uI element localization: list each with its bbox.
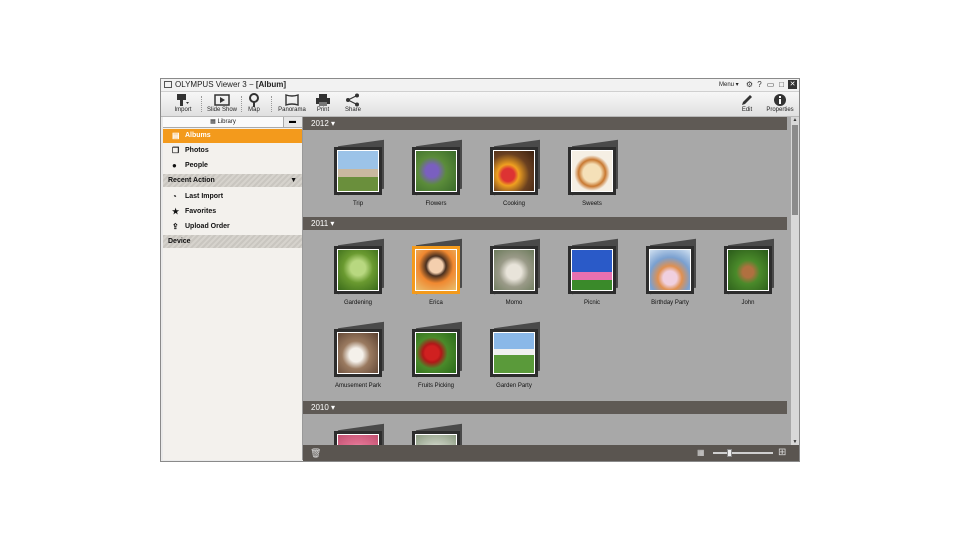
print-button[interactable]: Print	[312, 93, 334, 115]
album-cover-image	[337, 332, 379, 374]
share-button[interactable]: Share	[342, 93, 364, 115]
scroll-thumb[interactable]	[792, 125, 798, 215]
album-cover-image	[571, 249, 613, 291]
person-icon: ●	[172, 161, 177, 170]
sidebar-item-photos[interactable]: ❐ Photos	[163, 144, 302, 158]
sidebar-item-last-import[interactable]: ◔ Last Import	[163, 190, 302, 204]
gear-icon[interactable]: ⚙	[745, 80, 754, 89]
scroll-up-icon[interactable]: ▲	[791, 117, 799, 123]
minimize-icon[interactable]: ▭	[766, 80, 775, 89]
map-pin-icon	[249, 93, 259, 107]
vertical-scrollbar[interactable]: ▲ ▼	[791, 117, 799, 445]
sidebar: ▦ Library ▬ ▤ Albums ❐ Photos ● People Rece…	[163, 117, 303, 460]
toolbar: Import Slide Show Map Panorama Print Sha…	[161, 92, 799, 117]
album-cover-image	[493, 332, 535, 374]
sidebar-item-favorites[interactable]: ★ Favorites	[163, 205, 302, 219]
title-bar: OLYMPUS Viewer 3 − [Album] Menu ▾ ⚙ ? ▭ …	[161, 79, 799, 92]
small-grid-icon[interactable]: ▦	[697, 449, 706, 457]
toolbar-separator	[271, 96, 273, 112]
album-cover-image	[337, 249, 379, 291]
album-cover-image	[415, 434, 457, 445]
status-bar: 🗑 ▦ ⊞	[303, 445, 799, 461]
album-trip[interactable]: Trip	[317, 137, 393, 209]
album-fruits-picking[interactable]: Fruits Picking	[395, 319, 471, 391]
zoom-slider[interactable]	[713, 449, 773, 457]
album-amusement-park[interactable]: Amusement Park	[317, 319, 393, 391]
album-grid: 2012 ▾ Trip Flowers Cooking Sweets 2011 …	[303, 117, 791, 445]
menu-button[interactable]: Menu ▾	[719, 79, 739, 91]
edit-button[interactable]: Edit	[737, 93, 757, 115]
album-momo[interactable]: Momo	[473, 236, 549, 308]
section-header-recent-action[interactable]: Recent Action ▼	[163, 174, 302, 187]
sidebar-item-upload-order[interactable]: ⇪ Upload Order	[163, 220, 302, 234]
album-garden-party[interactable]: Garden Party	[473, 319, 549, 391]
star-icon: ★	[172, 207, 180, 216]
album-cover-image	[493, 249, 535, 291]
album-sweets[interactable]: Sweets	[551, 137, 627, 209]
section-header-device[interactable]: Device	[163, 235, 302, 248]
clock-icon: ◔	[172, 192, 177, 201]
maximize-icon[interactable]: □	[777, 80, 786, 89]
trash-icon[interactable]: 🗑	[310, 448, 321, 458]
toolbar-separator	[201, 96, 203, 112]
album-cover-image	[415, 150, 457, 192]
info-icon	[774, 94, 786, 106]
album-flowers[interactable]: Flowers	[395, 137, 471, 209]
share-icon	[346, 93, 359, 107]
window-title: OLYMPUS Viewer 3 − [Album]	[175, 80, 287, 89]
album-cover-image	[571, 150, 613, 192]
sidebar-item-albums[interactable]: ▤ Albums	[163, 129, 302, 143]
album-erica[interactable]: Erica	[395, 236, 471, 308]
slideshow-icon	[214, 94, 230, 106]
sidebar-tabs: ▦ Library ▬	[163, 117, 302, 128]
album-picnic[interactable]: Picnic	[551, 236, 627, 308]
sidebar-item-people[interactable]: ● People	[163, 159, 302, 173]
album-john[interactable]: John	[707, 236, 783, 308]
close-icon[interactable]: ✕	[788, 80, 797, 89]
album-birthday-party[interactable]: Birthday Party	[629, 236, 705, 308]
album-2010-2[interactable]	[395, 421, 471, 445]
year-header-2011[interactable]: 2011 ▾	[303, 217, 787, 230]
panorama-button[interactable]: Panorama	[277, 93, 307, 115]
app-logo-icon	[164, 81, 172, 88]
map-button[interactable]: Map	[245, 93, 263, 115]
chevron-down-icon: ▼	[290, 177, 297, 184]
album-cover-image	[337, 434, 379, 445]
upload-icon: ⇪	[172, 222, 179, 231]
folder-icon: ▬	[289, 118, 296, 125]
import-icon	[177, 94, 189, 106]
printer-icon	[316, 94, 330, 106]
pencil-icon	[742, 95, 752, 105]
slideshow-button[interactable]: Slide Show	[207, 93, 237, 115]
toolbar-separator	[241, 96, 243, 112]
app-window: OLYMPUS Viewer 3 − [Album] Menu ▾ ⚙ ? ▭ …	[160, 78, 800, 462]
album-cooking[interactable]: Cooking	[473, 137, 549, 209]
large-grid-icon[interactable]: ⊞	[778, 448, 788, 458]
album-cover-image	[337, 150, 379, 192]
grid-icon: ▦	[210, 119, 218, 125]
album-cover-image	[415, 249, 457, 291]
tab-library[interactable]: ▦ Library	[163, 117, 284, 127]
album-gardening[interactable]: Gardening	[317, 236, 393, 308]
zoom-slider-knob[interactable]	[727, 449, 732, 457]
album-icon: ▤	[172, 131, 180, 140]
year-header-2010[interactable]: 2010 ▾	[303, 401, 787, 414]
year-header-2012[interactable]: 2012 ▾	[303, 117, 787, 130]
photos-icon: ❐	[172, 146, 180, 155]
properties-button[interactable]: Properties	[765, 93, 795, 115]
album-cover-image	[415, 332, 457, 374]
tab-device[interactable]: ▬	[283, 117, 302, 127]
album-cover-image	[727, 249, 769, 291]
album-cover-image	[493, 150, 535, 192]
album-cover-image	[649, 249, 691, 291]
import-button[interactable]: Import	[171, 93, 195, 115]
help-icon[interactable]: ?	[755, 80, 764, 89]
album-2010-1[interactable]	[317, 421, 393, 445]
panorama-icon	[285, 94, 299, 106]
